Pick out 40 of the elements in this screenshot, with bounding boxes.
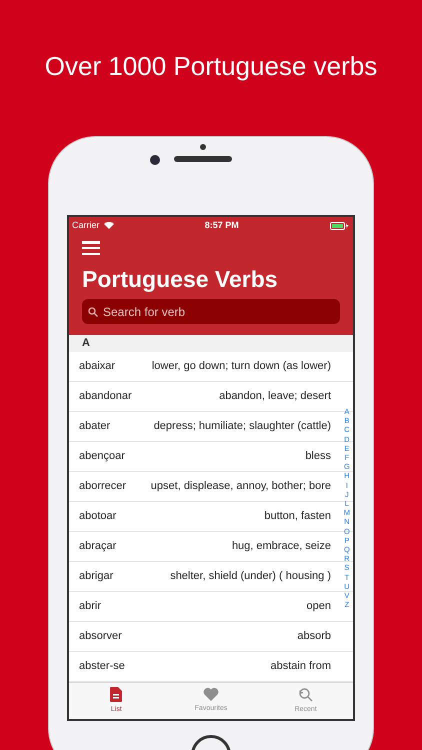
verb-row[interactable]: absorver absorb — [69, 622, 353, 652]
verb-meaning: lower, go down; turn down (as lower) — [152, 359, 331, 374]
menu-button[interactable] — [82, 241, 100, 255]
verb-label: abandonar — [79, 389, 132, 404]
verb-meaning: depress; humiliate; slaughter (cattle) — [154, 419, 331, 434]
verb-label: aborrecer — [79, 479, 126, 494]
verb-label: abrir — [79, 599, 102, 614]
battery-icon — [330, 222, 350, 230]
carrier-label: Carrier — [72, 218, 100, 232]
heart-icon — [203, 687, 219, 702]
verb-label: abraçar — [79, 539, 116, 554]
history-search-icon — [298, 686, 314, 702]
verb-meaning: upset, displease, annoy, bother; bore — [150, 479, 331, 494]
verb-meaning: shelter, shield (under) ( housing ) — [170, 569, 331, 584]
status-time: 8:57 PM — [204, 218, 239, 232]
verb-label: absorver — [79, 629, 122, 644]
verb-label: abençoar — [79, 449, 125, 464]
verb-label: abrigar — [79, 569, 114, 584]
verb-meaning: abandon, leave; desert — [219, 389, 331, 404]
verb-meaning: button, fasten — [264, 509, 331, 524]
verb-label: abaixar — [79, 359, 116, 374]
search-field[interactable]: Search for verb — [82, 299, 340, 324]
verb-meaning: open — [306, 599, 331, 614]
verb-meaning: abstain from — [270, 659, 331, 674]
verb-row[interactable]: abaixar lower, go down; turn down (as lower) — [69, 352, 353, 382]
section-header: A — [69, 335, 353, 352]
verb-meaning: absorb — [297, 629, 331, 644]
wifi-icon — [104, 222, 114, 229]
camera-drawing — [150, 155, 160, 165]
verb-label: abotoar — [79, 509, 116, 524]
sensor-drawing — [200, 144, 206, 150]
document-icon — [110, 686, 122, 702]
verb-label: abster-se — [79, 659, 125, 674]
speaker-drawing — [174, 156, 232, 162]
verb-meaning: bless — [305, 449, 331, 464]
search-icon — [88, 306, 98, 316]
verb-label: abater — [79, 419, 110, 434]
headline: Over 1000 Portuguese verbs — [44, 50, 378, 83]
verb-meaning: hug, embrace, seize — [232, 539, 331, 554]
page-title: Portuguese Verbs — [82, 265, 279, 293]
